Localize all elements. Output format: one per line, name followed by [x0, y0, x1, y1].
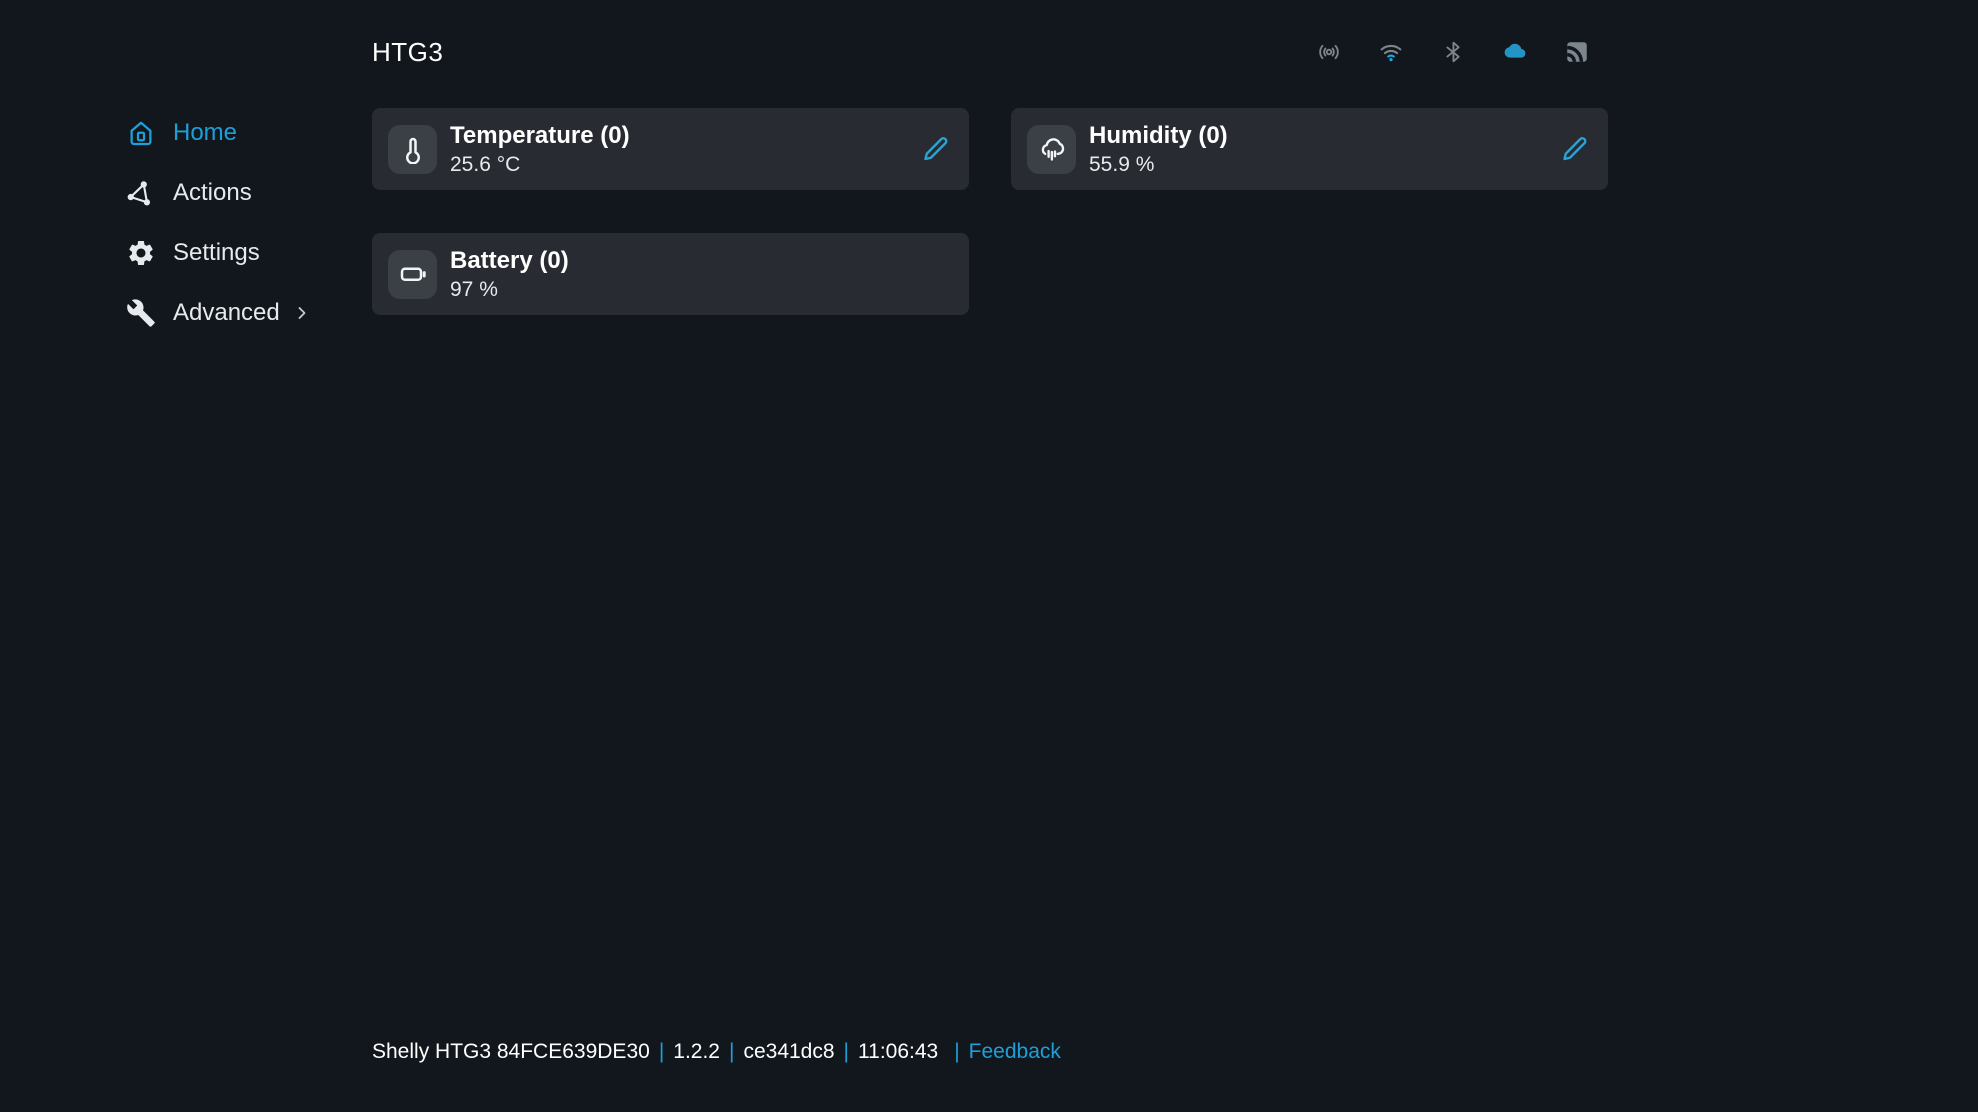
footer-separator: | [729, 1040, 734, 1064]
sidebar-item-label: Home [173, 119, 237, 147]
sidebar-item-advanced[interactable]: Advanced [0, 283, 340, 343]
card-value: 55.9 % [1089, 152, 1228, 178]
wifi-icon [1378, 39, 1404, 65]
ap-mode-icon [1316, 39, 1342, 65]
footer-device-time: 11:06:43 [858, 1040, 938, 1064]
sidebar-item-actions[interactable]: Actions [0, 163, 340, 223]
sidebar-item-label: Advanced [173, 299, 280, 327]
status-icons [1316, 39, 1608, 65]
sensor-cards: Temperature (0) 25.6 °C Humidity [372, 108, 1608, 315]
card-title: Battery (0) [450, 246, 569, 275]
page-title: HTG3 [372, 37, 443, 68]
home-icon [126, 118, 156, 148]
humidity-card: Humidity (0) 55.9 % [1011, 108, 1608, 190]
thermometer-icon [388, 125, 437, 174]
footer-build-hash: ce341dc8 [743, 1040, 834, 1064]
humidity-icon [1027, 125, 1076, 174]
footer-separator: | [659, 1040, 664, 1064]
edit-temperature-button[interactable] [919, 133, 951, 165]
card-text: Battery (0) 97 % [450, 246, 569, 303]
card-title: Temperature (0) [450, 121, 630, 150]
bluetooth-icon [1440, 39, 1466, 65]
card-title: Humidity (0) [1089, 121, 1228, 150]
sidebar: Home Actions Sett [0, 0, 340, 1112]
footer-separator: | [844, 1040, 849, 1064]
edit-humidity-button[interactable] [1558, 133, 1590, 165]
shelly-device-page: { "header": { "title": "HTG3", "status_i… [0, 0, 1978, 1112]
footer: Shelly HTG3 84FCE639DE30 | 1.2.2 | ce341… [372, 1040, 1061, 1064]
card-value: 25.6 °C [450, 152, 630, 178]
sidebar-nav: Home Actions Sett [0, 103, 340, 343]
feedback-link[interactable]: Feedback [969, 1040, 1061, 1064]
page-header: HTG3 [372, 0, 1608, 74]
chevron-right-icon [292, 303, 312, 323]
wrench-icon [126, 298, 156, 328]
footer-device-id: Shelly HTG3 84FCE639DE30 [372, 1040, 650, 1064]
sidebar-item-home[interactable]: Home [0, 103, 340, 163]
sidebar-item-label: Settings [173, 239, 260, 267]
main-content: HTG3 [372, 0, 1608, 315]
actions-icon [126, 178, 156, 208]
battery-icon [388, 250, 437, 299]
card-text: Temperature (0) 25.6 °C [450, 121, 630, 178]
settings-gear-icon [126, 238, 156, 268]
mqtt-icon [1564, 39, 1590, 65]
sidebar-item-settings[interactable]: Settings [0, 223, 340, 283]
battery-card: Battery (0) 97 % [372, 233, 969, 315]
temperature-card: Temperature (0) 25.6 °C [372, 108, 969, 190]
card-text: Humidity (0) 55.9 % [1089, 121, 1228, 178]
footer-separator: | [954, 1040, 959, 1064]
cloud-icon [1502, 39, 1528, 65]
sidebar-item-label: Actions [173, 179, 252, 207]
card-value: 97 % [450, 277, 569, 303]
footer-firmware-version: 1.2.2 [673, 1040, 720, 1064]
